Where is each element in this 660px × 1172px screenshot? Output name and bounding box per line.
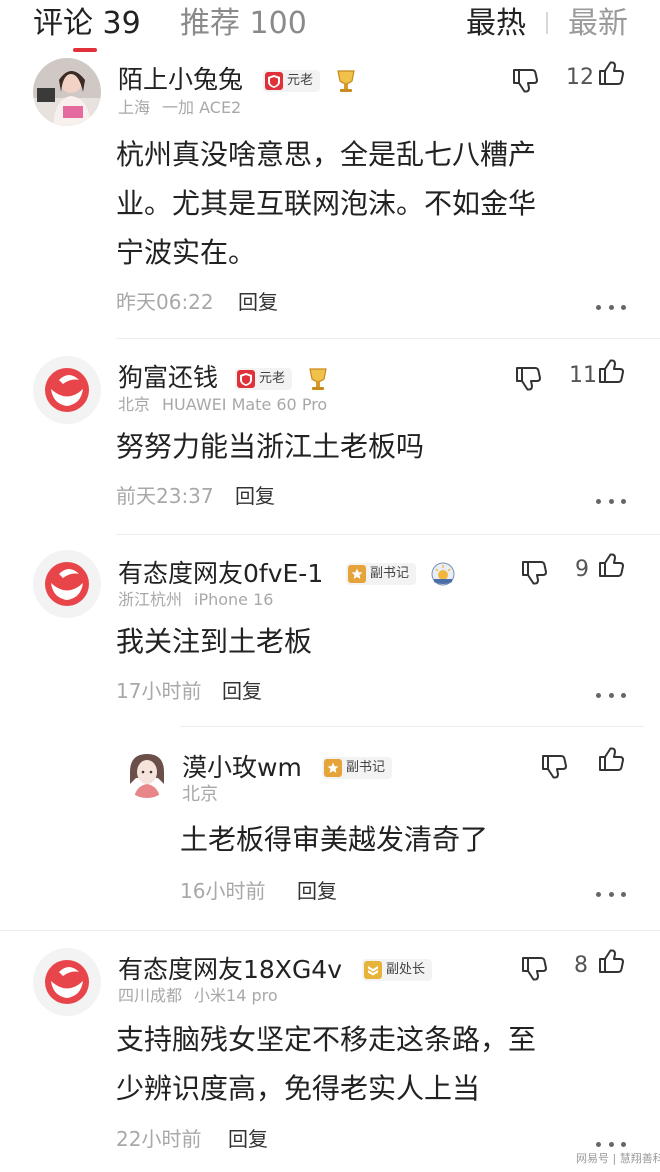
reply-button[interactable]: 回复 xyxy=(238,289,278,315)
device-text: HUAWEI Mate 60 Pro xyxy=(162,395,328,414)
username[interactable]: 有态度网友18XG4v xyxy=(118,954,342,986)
location-text: 四川成都 xyxy=(118,986,183,1005)
location-text: 上海 xyxy=(118,98,151,117)
rank-badge: 元老 xyxy=(263,70,321,92)
thumbs-up-icon[interactable] xyxy=(597,358,625,386)
badge-label: 副书记 xyxy=(346,760,386,775)
like-count: 9 xyxy=(575,557,589,582)
device-text: iPhone 16 xyxy=(194,590,274,609)
thumbs-up-icon[interactable] xyxy=(597,746,625,774)
reply-button[interactable]: 回复 xyxy=(235,483,275,509)
trophy-icon xyxy=(333,68,359,94)
comment-time: 22小时前 xyxy=(116,1127,202,1151)
sunrise-medal-icon xyxy=(430,561,456,587)
user-location-device: 上海 一加 ACE2 xyxy=(118,98,241,118)
comment-line: 宁波实在。 xyxy=(116,236,257,269)
device-text: 一加 ACE2 xyxy=(162,98,242,117)
like-count: 11 xyxy=(569,363,597,388)
username[interactable]: 陌上小兔兔 xyxy=(118,64,243,96)
comment-time: 17小时前 xyxy=(116,679,202,703)
username[interactable]: 漠小玫wm xyxy=(182,752,302,784)
comment-line: 杭州真没啥意思，全是乱七八糟产 xyxy=(116,138,537,171)
rank-badge: 元老 xyxy=(235,368,293,390)
user-location-device: 浙江杭州 iPhone 16 xyxy=(118,590,273,610)
shield-icon xyxy=(237,370,255,388)
badge-label: 副处长 xyxy=(386,962,426,977)
comment-line: 支持脑残女坚定不移走这条路，至 xyxy=(116,1023,537,1056)
like-count: 8 xyxy=(574,953,588,978)
tab-comments[interactable]: 评论 39 xyxy=(33,2,141,46)
tab-recommend[interactable]: 推荐 100 xyxy=(180,2,307,46)
more-options-icon[interactable] xyxy=(596,305,626,313)
comment-text: 我关注到土老板 xyxy=(116,617,312,666)
star-rank-icon xyxy=(324,759,342,777)
comment-time: 前天23:37 xyxy=(116,484,214,508)
sort-hot-button[interactable]: 最热 xyxy=(466,2,526,46)
more-options-icon[interactable] xyxy=(596,499,626,507)
like-count: 12 xyxy=(566,65,594,90)
chevron-rank-icon xyxy=(364,961,382,979)
user-avatar[interactable] xyxy=(33,356,101,424)
rank-badge: 副处长 xyxy=(362,959,433,981)
thumbs-down-icon[interactable] xyxy=(511,66,539,94)
location-text: 北京 xyxy=(118,395,151,414)
shield-icon xyxy=(265,72,283,90)
comment-line: 少辨识度高，免得老实人上当 xyxy=(116,1072,481,1105)
comment-time: 昨天06:22 xyxy=(116,290,214,314)
badge-label: 元老 xyxy=(259,371,286,386)
reply-button[interactable]: 回复 xyxy=(228,1126,268,1152)
badge-label: 元老 xyxy=(287,73,314,88)
comment-tabbar: 评论 39 推荐 100 最热 最新 xyxy=(0,0,660,56)
thumbs-down-icon[interactable] xyxy=(514,364,542,392)
comment-text: 努努力能当浙江土老板吗 xyxy=(116,422,424,471)
more-options-icon[interactable] xyxy=(596,1142,626,1150)
source-watermark: 网易号 | 慧翔善科 xyxy=(576,1152,660,1165)
comment-text: 土老板得审美越发清奇了 xyxy=(180,815,488,864)
comment-text: 杭州真没啥意思，全是乱七八糟产 业。尤其是互联网泡沫。不如金华 宁波实在。 xyxy=(116,130,536,277)
comment-line: 业。尤其是互联网泡沫。不如金华 xyxy=(116,187,537,220)
thumbs-down-icon[interactable] xyxy=(520,558,548,586)
rank-badge: 副书记 xyxy=(346,563,417,585)
comment-line: 土老板得审美越发清奇了 xyxy=(180,823,489,856)
comment-text: 支持脑残女坚定不移走这条路，至 少辨识度高，免得老实人上当 xyxy=(116,1015,536,1113)
badge-label: 副书记 xyxy=(370,566,410,581)
sort-divider xyxy=(546,12,548,34)
sort-new-button[interactable]: 最新 xyxy=(568,2,628,46)
thumbs-up-icon[interactable] xyxy=(597,948,625,976)
user-location-device: 四川成都 小米14 pro xyxy=(118,986,278,1006)
thumbs-up-icon[interactable] xyxy=(597,60,625,88)
location-text: 浙江杭州 xyxy=(118,590,183,609)
user-location-device: 北京 HUAWEI Mate 60 Pro xyxy=(118,395,327,415)
trophy-icon xyxy=(305,366,331,392)
user-avatar[interactable] xyxy=(33,948,101,1016)
divider xyxy=(0,930,660,931)
reply-button[interactable]: 回复 xyxy=(297,878,337,904)
more-options-icon[interactable] xyxy=(596,693,626,701)
user-location: 北京 xyxy=(182,785,218,805)
comment-line: 努努力能当浙江土老板吗 xyxy=(116,430,425,463)
more-options-icon[interactable] xyxy=(596,892,626,900)
comment-time: 16小时前 xyxy=(180,879,266,903)
username[interactable]: 有态度网友0fvE-1 xyxy=(118,558,323,590)
rank-badge: 副书记 xyxy=(322,757,393,779)
user-avatar[interactable] xyxy=(33,550,101,618)
active-tab-indicator xyxy=(73,48,97,52)
star-rank-icon xyxy=(348,565,366,583)
location-text: 北京 xyxy=(182,784,218,805)
thumbs-up-icon[interactable] xyxy=(597,552,625,580)
username[interactable]: 狗富还钱 xyxy=(118,362,218,394)
user-avatar[interactable] xyxy=(122,748,172,798)
thumbs-down-icon[interactable] xyxy=(540,752,568,780)
reply-button[interactable]: 回复 xyxy=(222,678,262,704)
comment-line: 我关注到土老板 xyxy=(116,625,313,658)
divider xyxy=(116,534,660,535)
user-avatar[interactable] xyxy=(33,58,101,126)
device-text: 小米14 pro xyxy=(194,986,278,1005)
thumbs-down-icon[interactable] xyxy=(520,954,548,982)
divider xyxy=(116,338,660,339)
divider xyxy=(180,726,644,727)
